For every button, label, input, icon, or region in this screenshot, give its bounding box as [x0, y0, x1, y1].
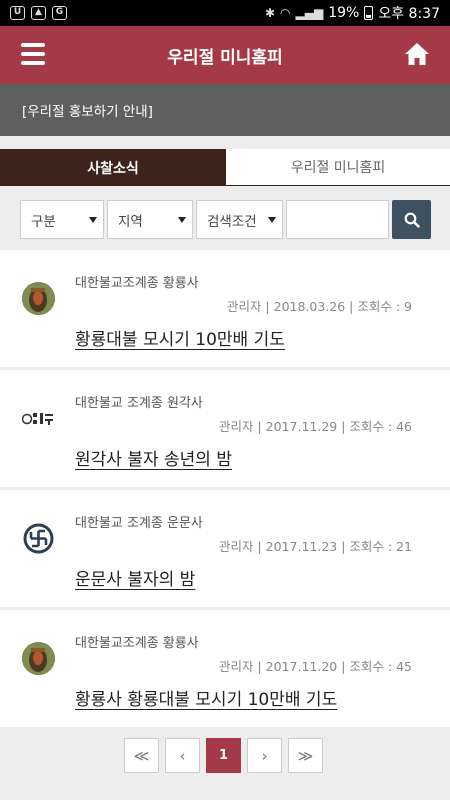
bluetooth-icon: ✱: [264, 6, 276, 20]
manji-logo-icon: [23, 523, 54, 554]
tab-mini-homepage[interactable]: 우리절 미니홈피: [226, 149, 450, 186]
clock: 오후 8:37: [378, 6, 440, 22]
post-views: 조회수 : 46: [349, 419, 412, 434]
post-author: 관리자: [218, 659, 254, 674]
post-title-link[interactable]: 황룡사 황룡대불 모시기 10만배 기도: [75, 685, 337, 710]
post-title-link[interactable]: 원각사 불자 송년의 밤: [75, 445, 232, 470]
search-button[interactable]: [392, 200, 431, 239]
u-app-icon: U: [10, 6, 25, 20]
dropdown-arrow-icon: [89, 217, 97, 223]
post-meta: 관리자 | 2017.11.23 | 조회수 : 21: [218, 539, 412, 554]
search-icon: [404, 212, 420, 228]
region-select[interactable]: 지역: [107, 200, 193, 239]
pagination: ≪ ‹ 1 › ≫: [124, 738, 323, 773]
battery-icon: [364, 6, 374, 20]
search-input[interactable]: [286, 200, 389, 239]
tab-temple-news[interactable]: 사찰소식: [0, 149, 226, 186]
prev-page-button[interactable]: ‹: [165, 738, 200, 773]
post-title-link[interactable]: 황룡대불 모시기 10만배 기도: [75, 325, 285, 350]
post-date: 2017.11.29: [265, 419, 338, 434]
first-page-button[interactable]: ≪: [124, 738, 159, 773]
buddha-photo-icon: [22, 282, 55, 315]
temple-avatar: [22, 282, 55, 315]
news-item[interactable]: 대한불교 조계종 원각사 관리자 | 2017.11.29 | 조회수 : 46…: [0, 370, 450, 487]
news-item[interactable]: 대한불교조계종 황룡사 관리자 | 2017.11.20 | 조회수 : 45 …: [0, 610, 450, 727]
post-meta: 관리자 | 2017.11.20 | 조회수 : 45: [218, 659, 412, 674]
post-date: 2017.11.23: [265, 539, 338, 554]
dropdown-arrow-icon: [268, 217, 276, 223]
region-select-label: 지역: [118, 213, 143, 230]
post-author: 관리자: [218, 539, 254, 554]
home-icon[interactable]: [404, 42, 430, 66]
tab-bar: 사찰소식 우리절 미니홈피: [0, 149, 450, 186]
post-views: 조회수 : 45: [349, 659, 412, 674]
temple-name: 대한불교조계종 황룡사: [75, 276, 199, 291]
search-condition-label: 검색조건: [207, 213, 257, 230]
post-date: 2018.03.26: [273, 299, 346, 314]
dropdown-arrow-icon: [178, 217, 186, 223]
page-title: 우리절 미니홈피: [167, 47, 283, 68]
temple-avatar: [22, 522, 55, 555]
post-title-link[interactable]: 운문사 불자의 밤: [75, 565, 195, 590]
gallery-icon: ▲: [31, 6, 46, 20]
post-views: 조회수 : 21: [349, 539, 412, 554]
wifi-icon: ◠: [280, 6, 291, 20]
category-select[interactable]: 구분: [20, 200, 104, 239]
app-header: 우리절 미니홈피: [0, 26, 450, 84]
post-meta: 관리자 | 2017.11.29 | 조회수 : 46: [218, 419, 412, 434]
temple-avatar: [22, 402, 55, 435]
hamburger-menu-icon[interactable]: [21, 43, 45, 65]
search-condition-select[interactable]: 검색조건: [196, 200, 283, 239]
category-select-label: 구분: [31, 213, 56, 230]
post-author: 관리자: [226, 299, 262, 314]
next-page-button[interactable]: ›: [247, 738, 282, 773]
news-item[interactable]: 대한불교 조계종 운문사 관리자 | 2017.11.23 | 조회수 : 21…: [0, 490, 450, 607]
temple-name: 대한불교 조계종 운문사: [75, 516, 203, 531]
current-page-button[interactable]: 1: [206, 738, 241, 773]
news-item[interactable]: 대한불교조계종 황룡사 관리자 | 2018.03.26 | 조회수 : 9 황…: [0, 250, 450, 367]
wongaksa-logo-icon: [22, 412, 53, 425]
temple-name: 대한불교조계종 황룡사: [75, 636, 199, 651]
promo-link[interactable]: [우리절 홍보하기 안내]: [0, 84, 450, 136]
buddha-photo-icon: [22, 642, 55, 675]
signal-icon: ▂▄▆: [295, 6, 324, 20]
post-views: 조회수 : 9: [357, 299, 412, 314]
battery-percent: 19%: [328, 5, 360, 21]
temple-name: 대한불교 조계종 원각사: [75, 396, 203, 411]
temple-avatar: [22, 642, 55, 675]
post-author: 관리자: [218, 419, 254, 434]
post-meta: 관리자 | 2018.03.26 | 조회수 : 9: [226, 299, 412, 314]
status-bar: U ▲ G ✱ ◠ ▂▄▆ 19% 오후 8:37: [0, 0, 450, 26]
post-date: 2017.11.20: [265, 659, 338, 674]
filter-bar: 구분 지역 검색조건: [20, 200, 389, 239]
last-page-button[interactable]: ≫: [288, 738, 323, 773]
g-app-icon: G: [52, 6, 67, 20]
